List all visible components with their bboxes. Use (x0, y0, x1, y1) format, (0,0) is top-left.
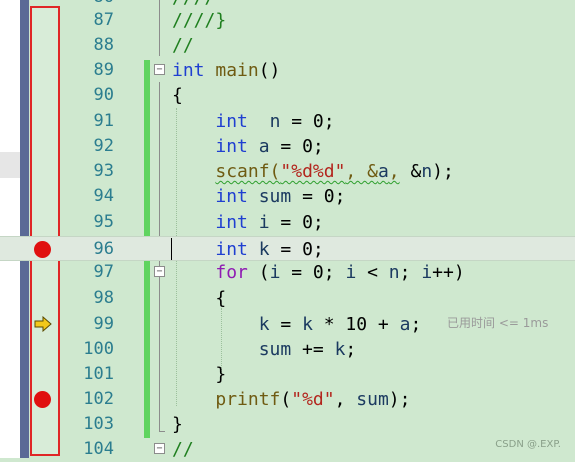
code-text[interactable]: // (172, 437, 194, 462)
code-line[interactable]: 100 sum += k; (0, 337, 575, 362)
line-number: 104 (83, 439, 114, 459)
line-number: 90 (93, 85, 114, 105)
code-text[interactable]: ////} (172, 8, 226, 33)
code-text[interactable]: { (172, 83, 183, 108)
breakpoint-icon[interactable] (34, 241, 51, 258)
code-text[interactable]: int i = 0; (172, 210, 323, 235)
code-line[interactable]: 93 scanf("%d%d", &a, &n); (0, 159, 575, 184)
code-line[interactable]: 103 } (0, 412, 575, 437)
line-number: 87 (93, 10, 114, 30)
perf-tip[interactable]: 已用时间 <= 1ms (447, 314, 548, 331)
code-line-current[interactable]: 96 int k = 0; (0, 236, 575, 261)
code-text[interactable]: printf("%d", sum); (172, 387, 410, 412)
line-number: 99 (93, 314, 114, 334)
code-line[interactable]: 89 − int main() (0, 58, 575, 83)
code-line[interactable]: 87 ////} (0, 8, 575, 33)
line-number: 96 (93, 239, 114, 259)
collapse-icon[interactable]: − (154, 266, 165, 277)
line-number: 101 (83, 364, 114, 384)
code-line[interactable]: 92 int a = 0; (0, 134, 575, 159)
code-text[interactable]: sum += k; (172, 337, 357, 362)
code-line[interactable]: 101 } (0, 362, 575, 387)
line-number: 102 (83, 389, 114, 409)
code-line[interactable]: 97 − for (i = 0; i < n; i++) (0, 260, 575, 285)
code-text[interactable]: int main() (172, 58, 280, 83)
code-editor[interactable]: 86 //// 87 ////} 88 // 89 − int main() 9… (0, 0, 575, 460)
collapse-icon[interactable]: − (154, 443, 165, 454)
watermark: CSDN @.EXP. (495, 439, 561, 450)
code-text[interactable]: int a = 0; (172, 134, 323, 159)
code-line[interactable]: 94 int sum = 0; (0, 184, 575, 209)
breakpoint-icon[interactable] (34, 391, 51, 408)
line-number: 94 (93, 186, 114, 206)
code-text[interactable]: scanf("%d%d", &a, &n); (172, 159, 453, 184)
line-number: 95 (93, 212, 114, 232)
code-text[interactable]: int k = 0; (172, 237, 323, 262)
code-line[interactable]: 88 // (0, 33, 575, 58)
line-number: 93 (93, 161, 114, 181)
line-number: 89 (93, 60, 114, 80)
code-text[interactable]: for (i = 0; i < n; i++) (172, 260, 464, 285)
line-number: 88 (93, 35, 114, 55)
line-number: 103 (83, 414, 114, 434)
line-number: 98 (93, 288, 114, 308)
code-text[interactable]: { (172, 286, 226, 311)
code-text[interactable]: k = k * 10 + a; (172, 312, 422, 337)
collapse-icon[interactable]: − (154, 64, 165, 75)
code-line[interactable]: 91 int n = 0; (0, 109, 575, 134)
code-text[interactable]: int n = 0; (172, 109, 334, 134)
code-line[interactable]: 102 printf("%d", sum); (0, 387, 575, 412)
text-caret (171, 238, 172, 260)
line-number: 92 (93, 136, 114, 156)
line-number: 91 (93, 111, 114, 131)
line-number: 100 (83, 339, 114, 359)
code-line[interactable]: 104 − // (0, 437, 575, 462)
execution-pointer-icon[interactable] (34, 316, 52, 332)
line-number: 97 (93, 262, 114, 282)
code-text[interactable]: // (172, 33, 194, 58)
code-line[interactable]: 90 { (0, 83, 575, 108)
code-text[interactable]: } (172, 362, 226, 387)
code-text[interactable]: int sum = 0; (172, 184, 345, 209)
code-line[interactable]: 95 int i = 0; (0, 210, 575, 235)
code-line[interactable]: 98 { (0, 286, 575, 311)
code-text[interactable]: } (172, 412, 183, 437)
